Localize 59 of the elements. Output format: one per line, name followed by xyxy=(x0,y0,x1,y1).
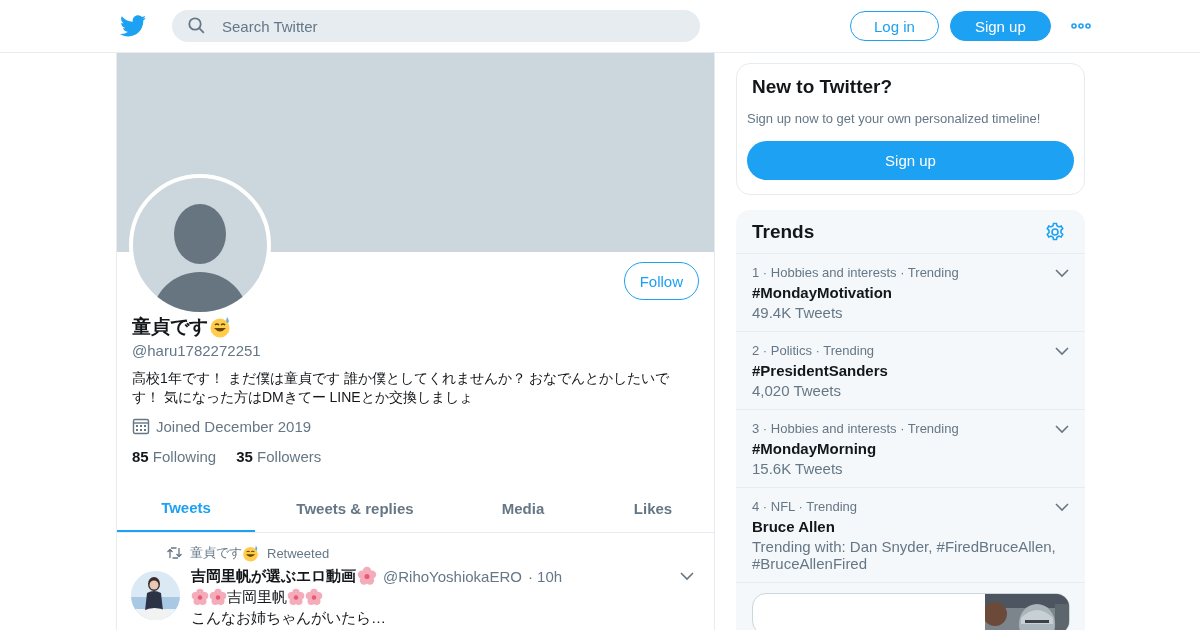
sign-up-button[interactable]: Sign up xyxy=(949,11,1051,41)
chevron-down-icon[interactable] xyxy=(680,571,694,581)
trend-name: #MondayMotivation xyxy=(752,284,893,301)
smiling-face-icon xyxy=(242,544,259,562)
chevron-down-icon[interactable] xyxy=(1055,347,1069,356)
trend-meta: 15.6K Tweets xyxy=(752,460,844,477)
trend-context: 3 · Hobbies and interests · Trending xyxy=(752,421,959,436)
blossom-icon xyxy=(209,587,227,606)
joined-date: Joined December 2019 xyxy=(156,417,312,435)
tweet-author[interactable]: 吉岡里帆が選ぶエロ動画 xyxy=(191,566,356,586)
profile-bio: 高校1年です！ まだ僕は童貞です 誰か僕としてくれませんか？ おなでんとかしたいです！ 気になった方はDMきてー LINEとか交換しましょ xyxy=(132,369,671,407)
blossom-icon xyxy=(357,566,377,586)
trend-item[interactable]: 3 · Hobbies and interests · Trending #MondayMorning 15.6K Tweets xyxy=(736,410,1085,488)
tweet-text: こんなお姉ちゃんがいたら… xyxy=(191,608,387,628)
smiling-face-icon xyxy=(209,316,231,338)
retweeter-name[interactable]: 童貞です xyxy=(190,544,242,562)
trend-meta: 4,020 Tweets xyxy=(752,382,842,399)
trend-card[interactable] xyxy=(752,593,1070,630)
profile-tab[interactable]: Likes xyxy=(591,484,715,532)
trend-item[interactable]: 4 · NFL · Trending Bruce Allen Trending with: Dan Snyder, #FiredBruceAllen, #BruceAllenFired xyxy=(736,488,1085,583)
blossom-icon xyxy=(305,587,323,606)
bird-logo-icon[interactable] xyxy=(120,15,146,37)
trend-name: Bruce Allen xyxy=(752,518,836,535)
retweet-icon xyxy=(167,547,182,559)
trend-meta: Trending with: Dan Snyder, #FiredBruceAllen, #BruceAllenFired xyxy=(752,538,1057,572)
profile-tab[interactable]: Tweets xyxy=(117,484,255,532)
trend-context: 2 · Politics · Trending xyxy=(752,343,875,358)
tweet-handle[interactable]: @RihoYoshiokaERO xyxy=(383,567,522,585)
blossom-icon xyxy=(287,587,305,606)
trend-item[interactable]: 1 · Hobbies and interests · Trending #MondayMotivation 49.4K Tweets xyxy=(736,254,1085,332)
trend-context: 1 · Hobbies and interests · Trending xyxy=(752,265,959,280)
stat-link[interactable]: 35 Followers xyxy=(236,448,322,465)
calendar-icon xyxy=(132,417,150,435)
follow-button[interactable]: Follow xyxy=(623,262,699,300)
trends-title: Trends xyxy=(752,221,815,243)
profile-handle: @haru1782272251 xyxy=(132,342,262,359)
trend-meta: 49.4K Tweets xyxy=(752,304,844,321)
sign-up-button[interactable]: Sign up xyxy=(747,141,1074,180)
blossom-icon xyxy=(191,587,209,606)
settings-icon[interactable] xyxy=(1045,222,1065,242)
profile-tab[interactable]: Media xyxy=(455,484,591,532)
card-title: New to Twitter? xyxy=(751,76,894,98)
log-in-button[interactable]: Log in xyxy=(850,11,939,41)
chevron-down-icon[interactable] xyxy=(1055,269,1069,278)
trend-context: 4 · NFL · Trending xyxy=(752,499,857,514)
retweeted-label: Retweeted xyxy=(267,545,330,561)
chevron-down-icon[interactable] xyxy=(1055,425,1069,434)
more-icon[interactable] xyxy=(1070,23,1091,29)
card-text: Sign up now to get your own personalized timeline! xyxy=(747,111,1042,126)
chevron-down-icon[interactable] xyxy=(1055,503,1069,512)
trend-item[interactable]: 2 · Politics · Trending #PresidentSanders 4,020 Tweets xyxy=(736,332,1085,410)
profile-name: 童貞です xyxy=(132,315,208,339)
trend-name: #PresidentSanders xyxy=(752,362,889,379)
tweet-time[interactable]: · 10h xyxy=(527,567,563,585)
search-field[interactable]: Search Twitter xyxy=(172,10,700,42)
trend-name: #MondayMorning xyxy=(752,440,878,457)
profile-tab[interactable]: Tweets & replies xyxy=(255,484,455,532)
stat-link[interactable]: 85 Following xyxy=(132,448,217,465)
tweet-text: 吉岡里帆 xyxy=(227,587,287,607)
